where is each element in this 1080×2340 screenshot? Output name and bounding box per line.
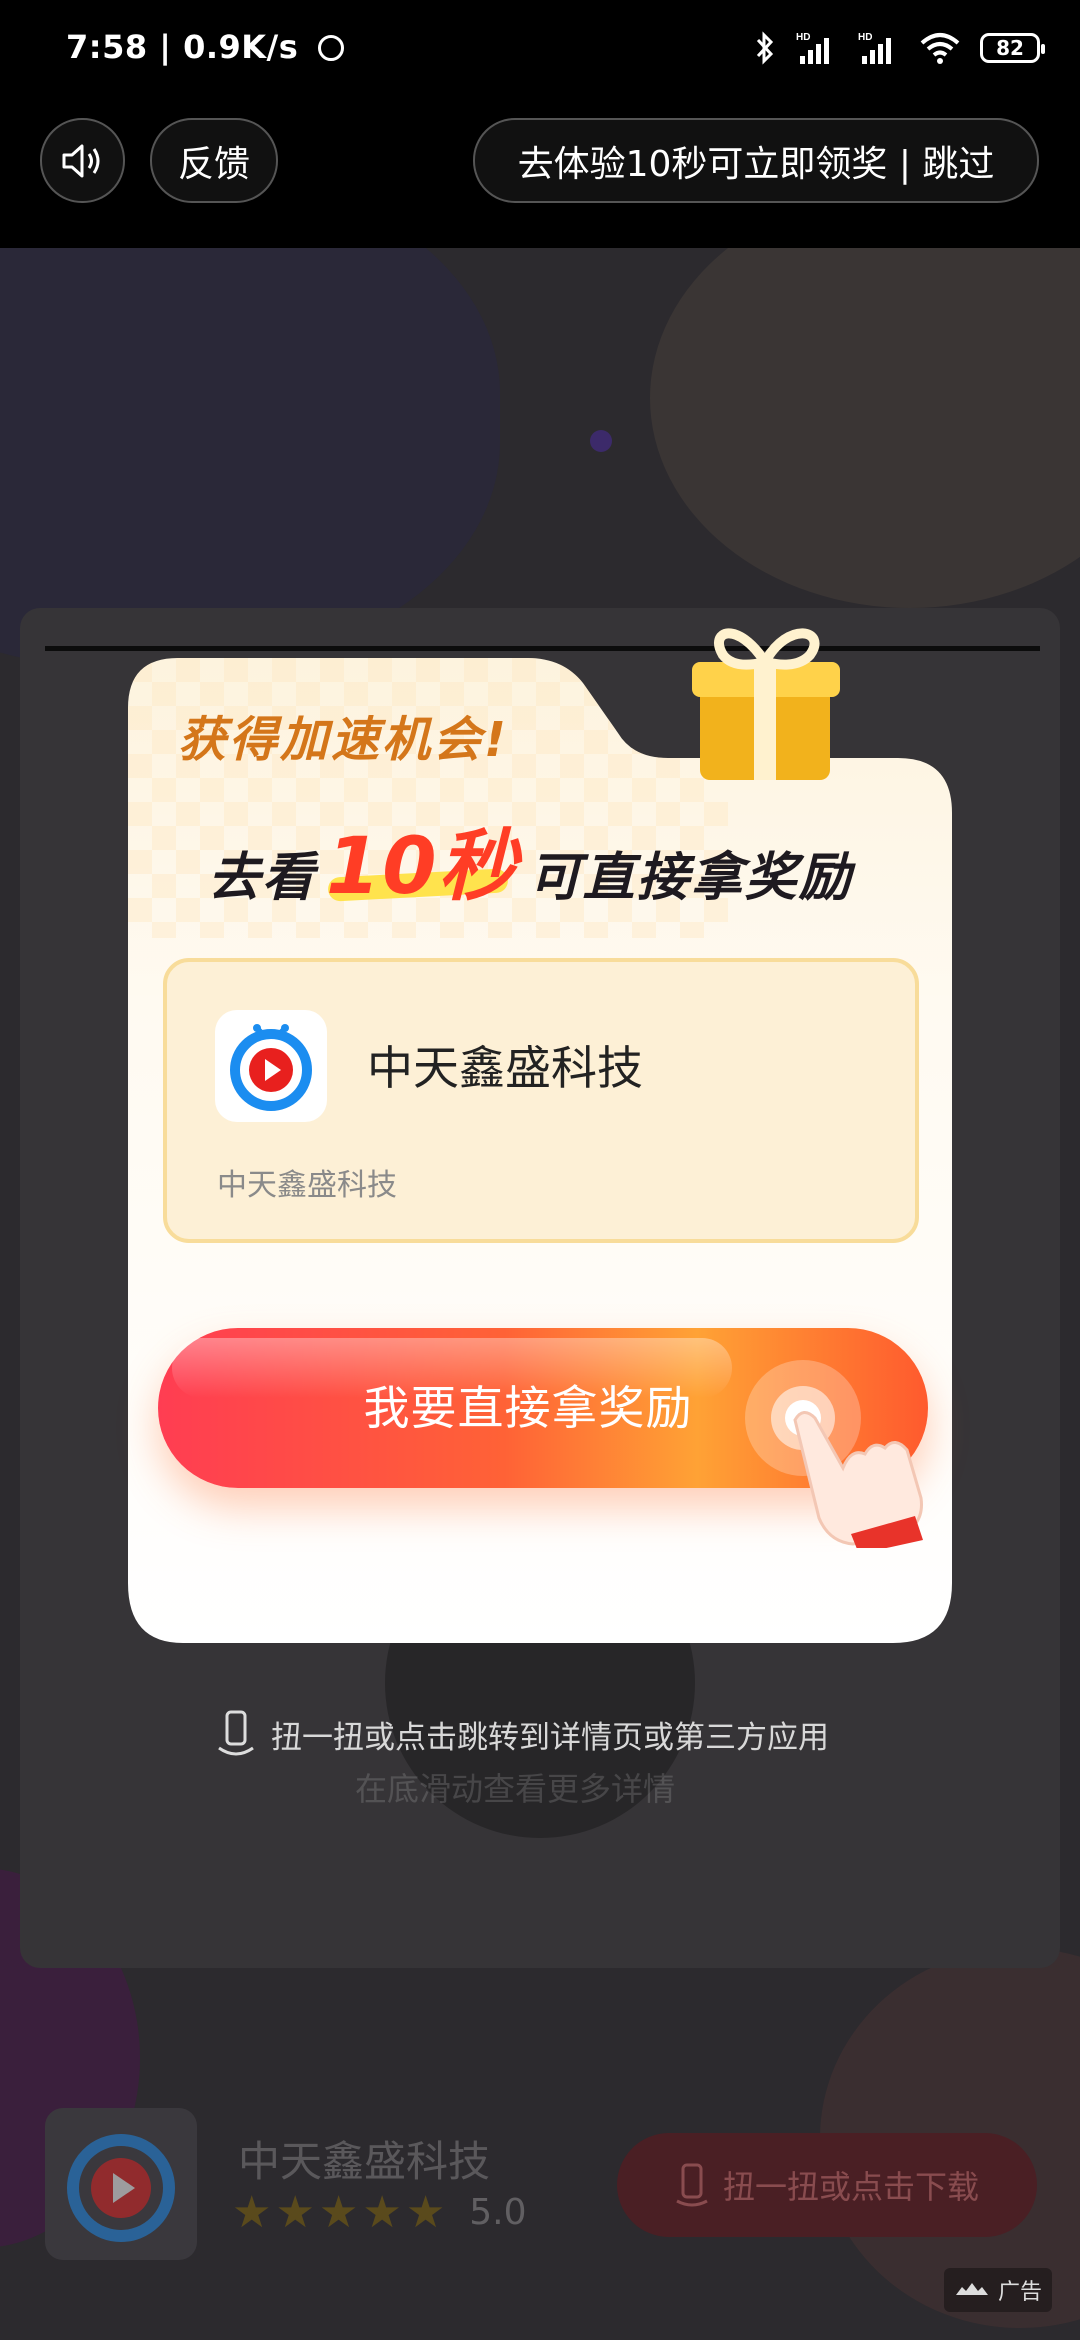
bottom-app-icon[interactable]	[45, 2108, 197, 2260]
sound-button[interactable]	[40, 118, 125, 203]
star-icon: ★	[318, 2187, 359, 2238]
bg-line	[45, 646, 1040, 651]
wifi-icon	[920, 33, 960, 64]
signal-icon: HD	[796, 32, 829, 64]
skip-label: 去体验10秒可立即领奖 | 跳过	[517, 143, 995, 185]
phone-shake-icon	[218, 1710, 254, 1756]
bg-blob	[650, 248, 1080, 608]
gift-box-icon	[692, 628, 840, 780]
app-name: 中天鑫盛科技	[367, 1041, 643, 1095]
app-icon	[215, 1010, 327, 1122]
app-description: 中天鑫盛科技	[217, 1168, 397, 1203]
download-label: 扭一扭或点击下载	[722, 2168, 979, 2206]
skip-button[interactable]: 去体验10秒可立即领奖 | 跳过	[473, 118, 1039, 203]
shake-hint-text: 扭一扭或点击跳转到详情页或第三方应用	[271, 1719, 829, 1756]
popup-title-small: 获得加速机会!	[178, 712, 509, 768]
feedback-label: 反馈	[177, 143, 250, 185]
video-play-icon	[67, 2134, 175, 2242]
status-bar: 7:58 | 0.9K/s HD HD 82	[0, 0, 1080, 95]
bottom-app-name: 中天鑫盛科技	[238, 2137, 491, 2186]
popup-title: 去看 10秒 可直接拿奖励	[208, 798, 853, 912]
ad-top-bar: 反馈 去体验10秒可立即领奖 | 跳过	[0, 95, 1080, 248]
bg-blob	[0, 248, 500, 668]
star-icon: ★	[405, 2187, 446, 2238]
star-icon: ★	[232, 2187, 272, 2238]
speaker-icon	[62, 144, 99, 177]
ad-tag: 广告	[943, 2268, 1052, 2312]
signal-icon-2: HD	[858, 32, 891, 64]
title-suffix: 可直接拿奖励	[528, 848, 853, 908]
svg-text:HD: HD	[858, 32, 872, 43]
reward-popup: 获得加速机会! 去看 10秒 可直接拿奖励 中天鑫盛科技 中天鑫盛科技 我要直接…	[128, 628, 952, 1643]
status-icons: HD HD 82	[754, 28, 1045, 68]
shake-hint: 扭一扭或点击跳转到详情页或第三方应用	[215, 1708, 829, 1760]
status-time: 7:58 | 0.9K/s	[66, 28, 344, 66]
rating-value: 5.0	[469, 2192, 527, 2233]
battery-icon: 82	[980, 33, 1045, 63]
title-prefix: 去看	[208, 848, 317, 908]
phone-icon	[676, 2163, 708, 2207]
star-icon: ★	[362, 2187, 402, 2238]
ad-logo-icon	[955, 2283, 988, 2295]
download-button[interactable]: 扭一扭或点击下载	[617, 2133, 1037, 2237]
ad-tag-label: 广告	[997, 2280, 1042, 2305]
alarm-icon	[317, 35, 344, 61]
hand-pointer-icon	[745, 1360, 923, 1548]
video-play-icon	[230, 1024, 312, 1111]
bluetooth-icon	[756, 31, 774, 65]
star-icon: ★	[275, 2187, 315, 2238]
bg-blob	[590, 430, 612, 452]
title-highlight: 10秒	[326, 822, 519, 912]
svg-text:HD: HD	[796, 32, 810, 43]
battery-level: 82	[996, 36, 1024, 60]
status-time-text: 7:58 | 0.9K/s	[66, 28, 299, 66]
faded-hint: 在底滑动查看更多详情	[355, 1770, 676, 1808]
rating-stars: ★ ★ ★ ★ ★ 5.0	[232, 2187, 527, 2238]
app-info-card[interactable]: 中天鑫盛科技 中天鑫盛科技	[163, 958, 919, 1243]
feedback-button[interactable]: 反馈	[150, 118, 278, 203]
